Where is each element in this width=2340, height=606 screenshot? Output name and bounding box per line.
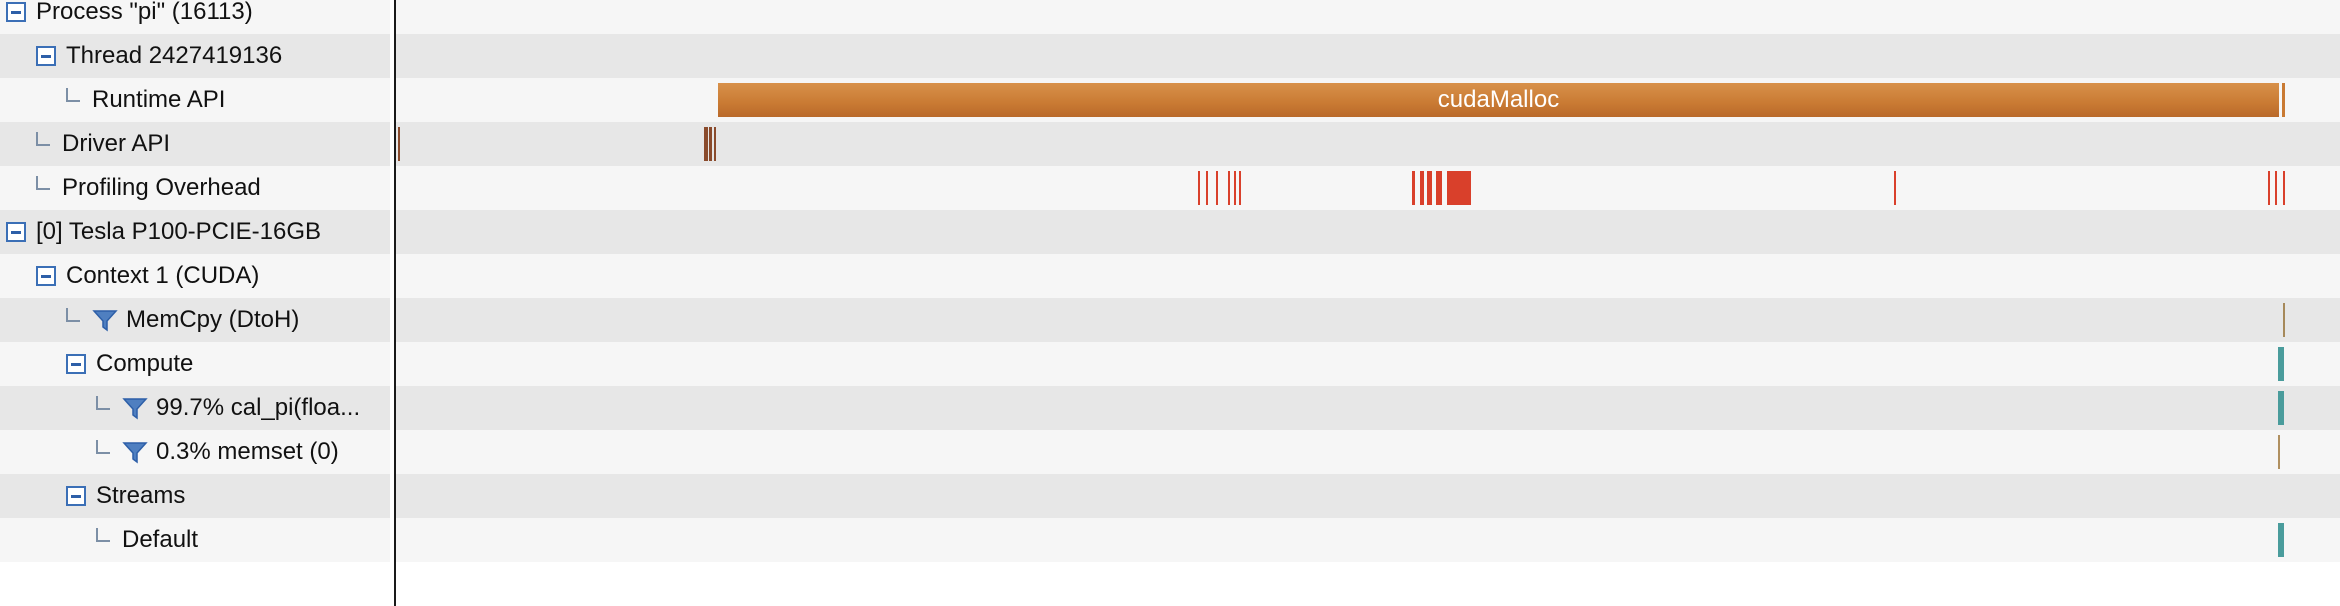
bar-label: cudaMalloc	[1437, 86, 1560, 113]
profiling-overhead-bar[interactable]	[1894, 171, 1896, 205]
timeline-lane[interactable]	[396, 210, 2340, 254]
profiling-overhead-bar[interactable]	[1239, 171, 1241, 205]
profiling-overhead-bar[interactable]	[1198, 171, 1200, 205]
tree-row-label: Driver API	[62, 130, 171, 157]
tree-row-label: Context 1 (CUDA)	[66, 262, 260, 289]
profiling-overhead-bar[interactable]	[1447, 171, 1471, 205]
tree-row-runtime-api[interactable]: Runtime API	[0, 78, 390, 122]
collapse-icon[interactable]	[66, 354, 86, 374]
memset-bar[interactable]	[2278, 435, 2280, 469]
tree-row-streams[interactable]: Streams	[0, 474, 390, 518]
collapse-icon[interactable]	[6, 2, 26, 22]
collapse-icon[interactable]	[6, 222, 26, 242]
timeline-lane[interactable]	[396, 474, 2340, 518]
tree-row-kernel[interactable]: 99.7% cal_pi(floa...	[0, 386, 390, 430]
tree-row-label: Runtime API	[92, 86, 226, 113]
profiling-overhead-bar[interactable]	[1436, 171, 1442, 205]
tree-row-label: 0.3% memset (0)	[156, 438, 339, 465]
timeline-lane[interactable]	[396, 0, 2340, 34]
filter-icon[interactable]	[92, 308, 118, 332]
tree-row-memcpy[interactable]: MemCpy (DtoH)	[0, 298, 390, 342]
driver-api-bar[interactable]	[714, 127, 716, 161]
tree-row-default[interactable]: Default	[0, 518, 390, 562]
profiling-overhead-bar[interactable]	[2283, 171, 2285, 205]
timeline-lane[interactable]	[396, 254, 2340, 298]
profiling-overhead-bar[interactable]	[1206, 171, 1208, 205]
timeline-lane[interactable]	[396, 122, 2340, 166]
tree-row-memset[interactable]: 0.3% memset (0)	[0, 430, 390, 474]
profiling-overhead-bar[interactable]	[1234, 171, 1236, 205]
runtime-api-bar-cudamalloc[interactable]: cudaMalloc	[718, 83, 2279, 117]
tree-row-process[interactable]: Process "pi" (16113)	[0, 0, 390, 34]
tree-row-label: Process "pi" (16113)	[36, 0, 253, 25]
filter-icon[interactable]	[122, 440, 148, 464]
tree-row-thread[interactable]: Thread 2427419136	[0, 34, 390, 78]
tree-row-label: Compute	[96, 350, 194, 377]
tree-row-label: Thread 2427419136	[66, 42, 283, 69]
tree-connector-icon	[36, 132, 50, 146]
tree-connector-icon	[36, 176, 50, 190]
tree-connector-icon	[96, 396, 110, 410]
timeline-lane[interactable]	[396, 430, 2340, 474]
timeline-lane[interactable]	[396, 166, 2340, 210]
runtime-api-bar[interactable]	[2282, 83, 2285, 117]
memcpy-bar[interactable]	[2283, 303, 2285, 337]
tree-connector-icon	[66, 308, 80, 322]
tree-row-profiling-overhead[interactable]: Profiling Overhead	[0, 166, 390, 210]
tree-row-compute[interactable]: Compute	[0, 342, 390, 386]
profiling-overhead-bar[interactable]	[2268, 171, 2270, 205]
tree-row-device[interactable]: [0] Tesla P100-PCIE-16GB	[0, 210, 390, 254]
tree-row-label: [0] Tesla P100-PCIE-16GB	[36, 218, 322, 245]
profiling-overhead-bar[interactable]	[1412, 171, 1415, 205]
default-stream-bar[interactable]	[2278, 523, 2284, 557]
tree-connector-icon	[66, 88, 80, 102]
driver-api-bar[interactable]	[709, 127, 712, 161]
profiling-overhead-bar[interactable]	[2275, 171, 2277, 205]
timeline-lane[interactable]	[396, 386, 2340, 430]
tree-row-label: Profiling Overhead	[62, 174, 261, 201]
tree-row-label: MemCpy (DtoH)	[126, 306, 300, 333]
timeline-lane[interactable]	[396, 34, 2340, 78]
collapse-icon[interactable]	[36, 46, 56, 66]
timeline-lane[interactable]	[396, 342, 2340, 386]
profiling-overhead-bar[interactable]	[1228, 171, 1230, 205]
timeline-lane[interactable]	[396, 298, 2340, 342]
profiling-overhead-bar[interactable]	[1420, 171, 1424, 205]
tree-connector-icon	[96, 440, 110, 454]
tree-row-label: Default	[122, 526, 199, 553]
timeline-tree: Process "pi" (16113) Thread 2427419136 Run…	[0, 0, 394, 606]
profiling-overhead-bar[interactable]	[1216, 171, 1218, 205]
driver-api-bar[interactable]	[398, 127, 400, 161]
filter-icon[interactable]	[122, 396, 148, 420]
collapse-icon[interactable]	[36, 266, 56, 286]
timeline-lane[interactable]	[396, 518, 2340, 562]
kernel-bar[interactable]	[2278, 391, 2284, 425]
compute-bar[interactable]	[2278, 347, 2284, 381]
tree-connector-icon	[96, 528, 110, 542]
tree-row-context[interactable]: Context 1 (CUDA)	[0, 254, 390, 298]
collapse-icon[interactable]	[66, 486, 86, 506]
driver-api-bar[interactable]	[704, 127, 708, 161]
timeline-panel: cudaMalloc	[396, 0, 2340, 606]
tree-row-label: Streams	[96, 482, 186, 509]
profiling-overhead-bar[interactable]	[1427, 171, 1432, 205]
tree-row-driver-api[interactable]: Driver API	[0, 122, 390, 166]
tree-row-label: 99.7% cal_pi(floa...	[156, 394, 361, 421]
